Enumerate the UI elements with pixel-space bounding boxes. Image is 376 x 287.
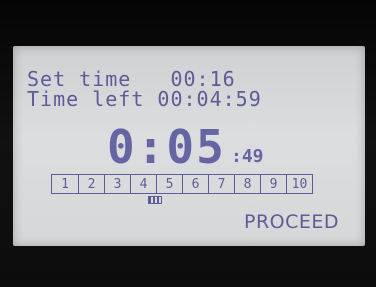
step-1: 1: [61, 176, 69, 192]
time-left-value: 00:04:59: [157, 87, 262, 111]
step-indicator: 1 2 3 4 5 6 7 8 9 10: [51, 174, 313, 194]
step-7: 7: [208, 175, 234, 193]
step-10: 10: [286, 175, 312, 193]
proceed-button[interactable]: PROCEED: [244, 211, 339, 233]
step-2: 2: [78, 175, 104, 193]
time-left-label: Time left: [27, 87, 145, 111]
current-step-marker-icon: [148, 196, 162, 204]
step-3: 3: [104, 175, 130, 193]
countdown-seconds: :49: [231, 146, 264, 167]
step-4: 4: [130, 175, 156, 193]
step-8: 8: [234, 175, 260, 193]
step-9: 9: [260, 175, 286, 193]
time-left-row: Time left 00:04:59: [27, 89, 262, 109]
step-6: 6: [182, 175, 208, 193]
set-time-row: Set time 00:16: [27, 69, 236, 89]
countdown-main: 0:05: [107, 120, 226, 174]
step-5: 5: [156, 175, 182, 193]
lcd-screen: Set time 00:16 Time left 00:04:59 0:05 :…: [13, 46, 365, 246]
